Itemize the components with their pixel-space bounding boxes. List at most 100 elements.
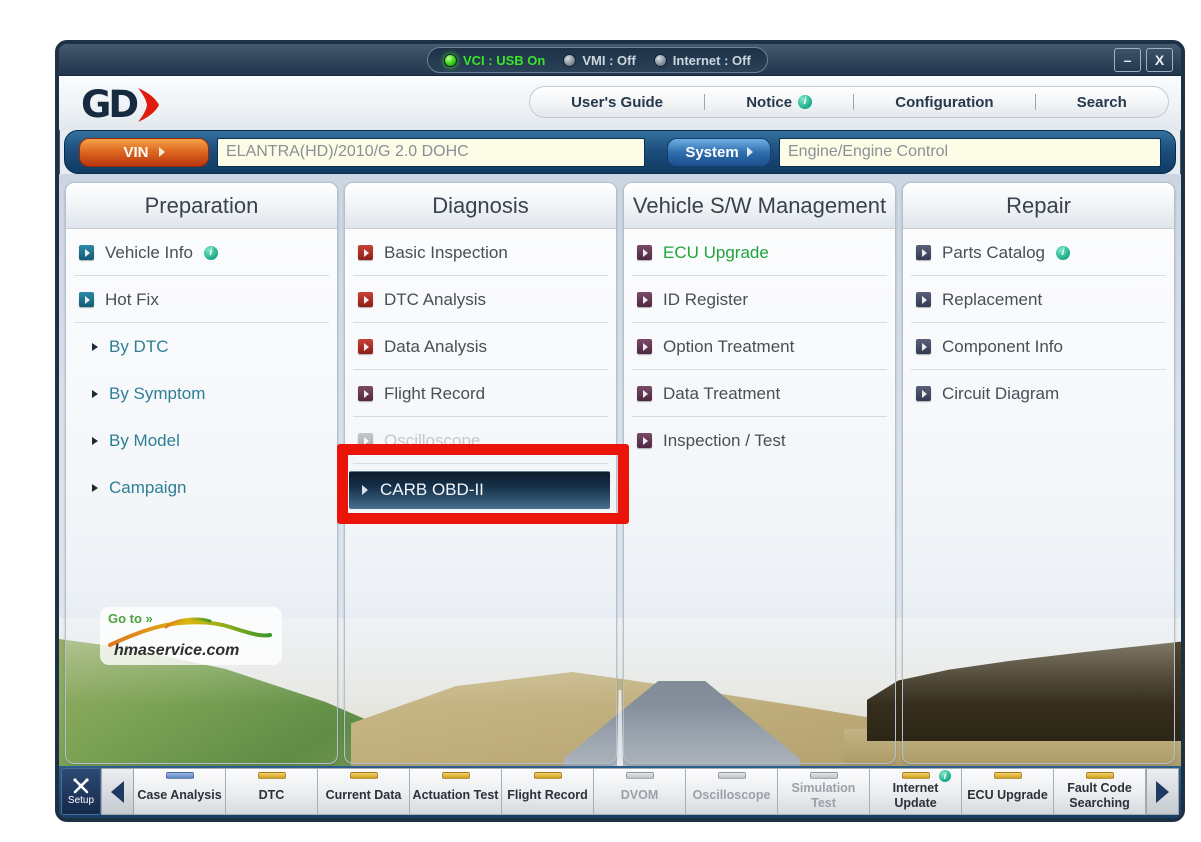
toolbar-button-oscilloscope: Oscilloscope [686,768,778,815]
status-indicator-icon [718,772,746,779]
item-bullet-icon [637,433,652,448]
arrow-left-icon [111,781,124,803]
vin-value-field[interactable]: ELANTRA(HD)/2010/G 2.0 DOHC [217,138,645,167]
toolbar-button-label: Fault Code Searching [1056,781,1143,810]
toolbar-button-dtc[interactable]: DTC [226,768,318,815]
menu-item-component-info[interactable]: Component Info [903,323,1174,370]
toolbar-scroll-left-button[interactable] [101,768,134,815]
status-indicator-icon [534,772,562,779]
menu-separator [1035,94,1036,110]
status-indicator-icon [1086,772,1114,779]
toolbar-button-label: ECU Upgrade [967,788,1048,802]
menu-item-by-symptom[interactable]: By Symptom [66,370,337,417]
menu-users-guide[interactable]: User's Guide [571,94,663,111]
toolbar-button-internet-update[interactable]: i Internet Update [870,768,962,815]
menu-configuration[interactable]: Configuration [895,94,993,111]
menu-item-id-register[interactable]: ID Register [624,276,895,323]
toolbar-button-label: Case Analysis [137,788,221,802]
menu-item-parts-catalog[interactable]: Parts Catalog i [903,229,1174,276]
menu-item-carb-obd2[interactable]: CARB OBD-II [345,464,616,511]
item-bullet-icon [79,245,94,260]
toolbar-button-label: Oscilloscope [693,788,771,802]
status-indicator-icon [626,772,654,779]
toolbar-button-ecu-upgrade[interactable]: ECU Upgrade [962,768,1054,815]
menu-item-dtc-analysis[interactable]: DTC Analysis [345,276,616,323]
vin-button-label: VIN [123,144,148,161]
item-label: By Model [109,431,180,451]
arrow-right-icon [92,437,98,445]
setup-button[interactable]: Setup [61,768,101,815]
column-repair: Repair Parts Catalog i Replacement Compo… [902,182,1175,764]
system-value-field[interactable]: Engine/Engine Control [779,138,1161,167]
item-label: Oscilloscope [384,431,480,451]
menu-item-data-analysis[interactable]: Data Analysis [345,323,616,370]
toolbar-button-dvom: DVOM [594,768,686,815]
item-label: Inspection / Test [663,431,786,451]
arrow-right-icon [1156,781,1169,803]
menu-item-basic-inspection[interactable]: Basic Inspection [345,229,616,276]
toolbar-button-simulation-test: Simulation Test [778,768,870,815]
menu-item-hot-fix[interactable]: Hot Fix [66,276,337,323]
carb-obd2-selected-bar[interactable]: CARB OBD-II [349,471,610,509]
close-button[interactable]: X [1146,48,1173,72]
status-indicator-icon [258,772,286,779]
menu-item-vehicle-info[interactable]: Vehicle Info i [66,229,337,276]
internet-update-info-icon: i [939,770,951,782]
system-button[interactable]: System [667,138,771,167]
menu-search[interactable]: Search [1077,94,1127,111]
menu-separator [853,94,854,110]
minimize-button[interactable]: – [1114,48,1141,72]
gds-logo-accent-icon [136,87,163,123]
arrow-right-icon [159,147,165,157]
toolbar-scroll-right-button[interactable] [1146,768,1179,815]
item-label: Data Analysis [384,337,487,357]
item-label: DTC Analysis [384,290,486,310]
menu-item-campaign[interactable]: Campaign [66,464,337,511]
toolbar-button-label: Actuation Test [413,788,499,802]
menu-item-ecu-upgrade[interactable]: ECU Upgrade [624,229,895,276]
menu-item-inspection-test[interactable]: Inspection / Test [624,417,895,464]
item-bullet-icon [358,433,373,448]
menu-item-by-model[interactable]: By Model [66,417,337,464]
notice-info-icon: i [798,95,812,109]
menu-item-data-treatment[interactable]: Data Treatment [624,370,895,417]
menu-item-flight-record[interactable]: Flight Record [345,370,616,417]
menu-search-label: Search [1077,94,1127,111]
title-bar: VCI : USB On VMI : Off Internet : Off – … [59,44,1181,76]
status-indicator-icon [442,772,470,779]
item-label: Data Treatment [663,384,780,404]
menu-item-circuit-diagram[interactable]: Circuit Diagram [903,370,1174,417]
menu-notice[interactable]: Notice i [746,94,812,111]
toolbar-button-label: Flight Record [507,788,588,802]
tools-icon [72,778,90,794]
menu-item-replacement[interactable]: Replacement [903,276,1174,323]
main-area: Preparation Vehicle Info i Hot Fix By DT… [59,174,1181,768]
column-title: Vehicle S/W Management [624,183,895,229]
vin-button[interactable]: VIN [79,138,209,167]
status-indicator-icon [902,772,930,779]
arrow-right-icon [92,343,98,351]
toolbar-button-case-analysis[interactable]: Case Analysis [134,768,226,815]
menu-item-option-treatment[interactable]: Option Treatment [624,323,895,370]
toolbar-button-flight-record[interactable]: Flight Record [502,768,594,815]
toolbar-button-fault-code-searching[interactable]: Fault Code Searching [1054,768,1146,815]
item-bullet-icon [358,386,373,401]
vci-status-label: VCI : USB On [463,53,545,68]
gds-logo: GD [81,83,163,126]
item-label: Replacement [942,290,1042,310]
hmaservice-link-badge[interactable]: Go to » hmaservice.com [100,607,282,665]
vehicle-selection-bar: VIN ELANTRA(HD)/2010/G 2.0 DOHC System E… [64,130,1176,174]
toolbar-button-actuation-test[interactable]: Actuation Test [410,768,502,815]
menu-item-by-dtc[interactable]: By DTC [66,323,337,370]
bottom-toolbar: Setup Case Analysis DTC Current Data Act… [59,766,1181,818]
status-indicator-icon [350,772,378,779]
connection-status-pill: VCI : USB On VMI : Off Internet : Off [427,47,768,73]
toolbar-button-label: DTC [259,788,285,802]
toolbar-button-current-data[interactable]: Current Data [318,768,410,815]
parts-catalog-info-icon: i [1056,246,1070,260]
item-bullet-icon [637,292,652,307]
item-bullet-icon [79,292,94,307]
item-bullet-icon [358,245,373,260]
gds-logo-text: GD [81,83,136,126]
vmi-led-icon [563,54,576,67]
